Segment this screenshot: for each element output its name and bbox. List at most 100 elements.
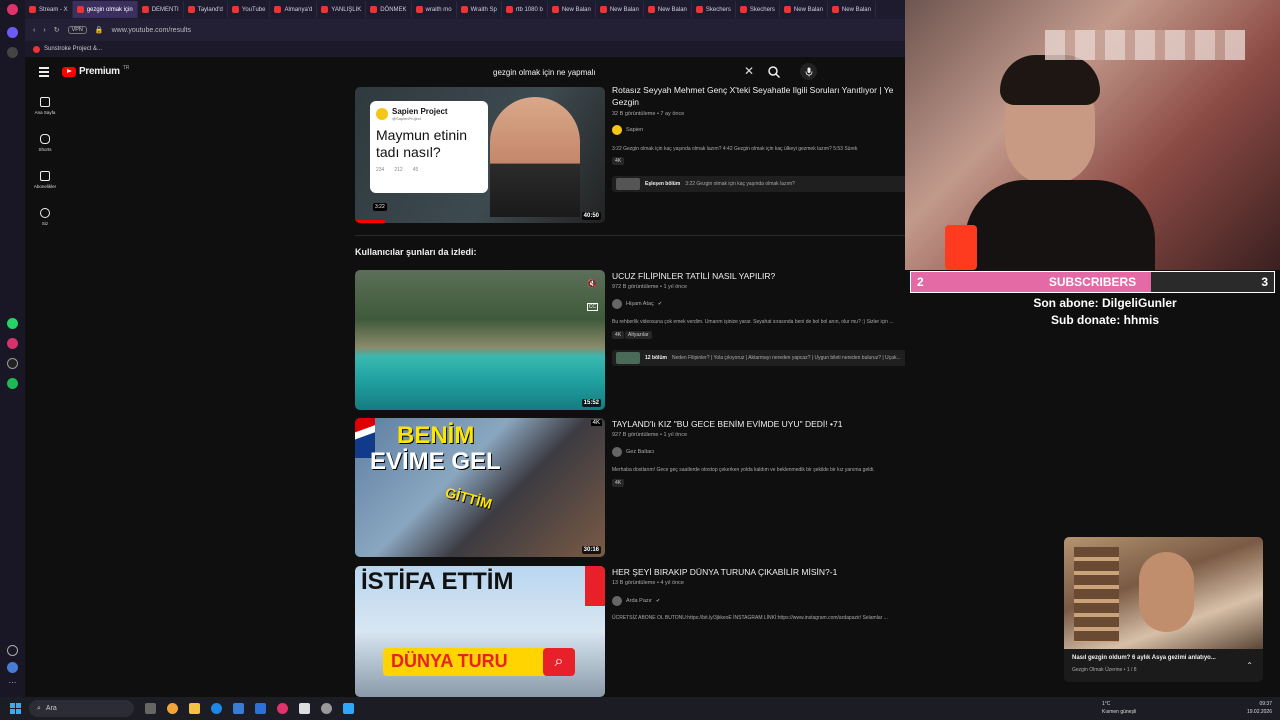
instagram-icon[interactable] xyxy=(7,338,18,349)
avatar[interactable] xyxy=(612,447,622,457)
browser-tab[interactable]: Almanya'd xyxy=(270,1,318,18)
browser-tab[interactable]: Stream - X xyxy=(25,1,73,18)
speed-dial-icon[interactable] xyxy=(7,27,18,38)
miniplayer-video[interactable] xyxy=(1064,537,1263,649)
weather-widget[interactable]: 1°C Kısmen güneşli xyxy=(1102,700,1136,716)
video-thumbnail[interactable]: BENİM EVİME GEL GİTTİM 4K 30:16 xyxy=(355,418,605,557)
reload-icon[interactable]: ↻ xyxy=(54,26,60,34)
vpn-badge[interactable]: VPN xyxy=(67,26,87,34)
browser-tab[interactable]: New Balan xyxy=(828,1,876,18)
windows-start-icon[interactable] xyxy=(10,703,21,714)
avatar[interactable] xyxy=(612,596,622,606)
video-thumbnail[interactable]: İSTİFA ETTİM DÜNYA TURU ⌕ xyxy=(355,566,605,697)
channel-link[interactable]: Sapien xyxy=(612,125,643,135)
browser-tab[interactable]: YANLIŞLIK xyxy=(317,1,367,18)
video-title[interactable]: TAYLAND'lı KIZ "BU GECE BENİM EVİMDE UYU… xyxy=(612,419,842,429)
video-title[interactable]: UCUZ FİLİPİNLER TATİLİ NASIL YAPILIR? xyxy=(612,271,775,281)
nav-you[interactable]: Siz xyxy=(25,208,65,226)
whatsapp-icon[interactable] xyxy=(7,318,18,329)
taskbar-search-label: Ara xyxy=(45,705,57,712)
youtube-logo[interactable]: Premium TR xyxy=(62,65,130,77)
mute-icon[interactable]: 🔇 xyxy=(587,279,597,288)
channel-link[interactable]: Hişam Ataç ✔ xyxy=(612,299,662,309)
menu-icon[interactable] xyxy=(39,67,49,79)
browser-tab[interactable]: DÖNMEK xyxy=(366,1,412,18)
browser-tab[interactable]: gezgin olmak için xyxy=(72,1,138,18)
extensions-icon[interactable] xyxy=(7,662,18,673)
channel-name[interactable]: Arda Pazır xyxy=(626,598,652,604)
spotify-icon[interactable] xyxy=(7,378,18,389)
channel-name[interactable]: Hişam Ataç xyxy=(626,301,654,307)
channel-name[interactable]: Sapien xyxy=(626,127,643,133)
nav-subscriptions[interactable]: Abonelikler xyxy=(25,171,65,189)
opera-icon[interactable] xyxy=(277,703,288,714)
bookmarks-bar: Sunstroke Project &... xyxy=(25,41,905,57)
clock-time: 09:37 xyxy=(1259,701,1272,707)
url-text[interactable]: www.youtube.com/results xyxy=(112,27,191,34)
browser-tab[interactable]: New Balan xyxy=(548,1,596,18)
mic-icon[interactable] xyxy=(800,63,817,80)
chapter-row[interactable]: Eşleşen bölüm 3:22 Gezgin olmak için kaç… xyxy=(612,176,905,192)
taskbar-search[interactable]: ⌕ Ara xyxy=(29,700,134,717)
heart-icon[interactable] xyxy=(7,645,18,656)
browser-tab[interactable]: New Balan xyxy=(596,1,644,18)
nav-shorts[interactable]: Shorts xyxy=(25,134,65,152)
task-view-icon[interactable] xyxy=(145,703,156,714)
x-twitter-icon[interactable] xyxy=(7,358,18,369)
browser-tab[interactable]: Wraith Sp xyxy=(457,1,502,18)
back-icon[interactable]: ‹ xyxy=(33,27,35,34)
channel-name[interactable]: Gez Baltacı xyxy=(626,449,654,455)
tab-label: rtb 1080 b xyxy=(515,6,543,13)
search-icon[interactable] xyxy=(767,65,781,79)
chapter-text: 3:22 Gezgin olmak için kaç yaşında olmak… xyxy=(685,181,795,187)
store-icon[interactable] xyxy=(233,703,244,714)
system-clock[interactable]: 09:37 19.02.2026 xyxy=(1247,700,1272,716)
channel-link[interactable]: Arda Pazır ✔ xyxy=(612,596,660,606)
forward-icon[interactable]: › xyxy=(43,27,45,34)
edge-icon[interactable] xyxy=(211,703,222,714)
browser-tab[interactable]: DEMENTI xyxy=(138,1,184,18)
bookmark-item[interactable]: Sunstroke Project &... xyxy=(44,46,102,52)
browser-tab[interactable]: rtb 1080 b xyxy=(502,1,548,18)
nav-home[interactable]: Ana Sayfa xyxy=(25,97,65,115)
chapter-row[interactable]: 12 bölüm Neden Filipinler? | Yola çıkıyo… xyxy=(612,350,905,366)
browser-tab[interactable]: Skechers xyxy=(736,1,780,18)
video-title-line2[interactable]: Gezgin xyxy=(612,97,639,107)
clear-search-icon[interactable]: ✕ xyxy=(744,64,754,78)
logo-region: TR xyxy=(122,65,130,71)
video-title[interactable]: HER ŞEYİ BIRAKIP DÜNYA TURUNA ÇIKABİLİR … xyxy=(612,567,837,577)
browser-tab[interactable]: Skechers xyxy=(692,1,736,18)
video-title[interactable]: Rotasız Seyyah Mehmet Genç X'teki Seyaha… xyxy=(612,87,893,95)
video-thumbnail[interactable]: 🔇 CC 15:52 xyxy=(355,270,605,410)
captions-badge: Altyazılar xyxy=(625,331,652,339)
avatar[interactable] xyxy=(612,299,622,309)
miniplayer-title[interactable]: Nasıl gezgin oldum? 6 aylık Asya gezimi … xyxy=(1072,655,1216,661)
video-thumbnail[interactable]: Sapien Project @SapienProject Maymun eti… xyxy=(355,87,605,223)
bookmarks-icon[interactable] xyxy=(7,47,18,58)
file-explorer-icon[interactable] xyxy=(189,703,200,714)
channel-link[interactable]: Gez Baltacı xyxy=(612,447,654,457)
opera-logo-icon[interactable] xyxy=(7,4,18,15)
browser-tab[interactable]: YouTube xyxy=(228,1,271,18)
settings-icon[interactable] xyxy=(321,703,332,714)
app-icon[interactable] xyxy=(343,703,354,714)
more-icon[interactable]: ⋯ xyxy=(7,679,18,690)
browser-tab[interactable]: New Balan xyxy=(644,1,692,18)
miniplayer-person xyxy=(1139,552,1194,632)
search-input[interactable]: gezgin olmak için ne yapmalı xyxy=(493,68,596,77)
avatar[interactable] xyxy=(612,125,622,135)
tab-favicon-icon xyxy=(29,6,36,13)
notepad-icon[interactable] xyxy=(299,703,310,714)
tab-label: New Balan xyxy=(609,6,639,13)
video-meta: 927 B görüntüleme • 1 yıl önce xyxy=(612,432,687,438)
browser-tab[interactable]: New Balan xyxy=(780,1,828,18)
miniplayer[interactable]: Nasıl gezgin oldum? 6 aylık Asya gezimi … xyxy=(1064,537,1263,682)
chevron-up-icon[interactable]: ⌃ xyxy=(1246,661,1253,670)
browser-tab[interactable]: wraith mo xyxy=(412,1,457,18)
chrome-icon[interactable] xyxy=(167,703,178,714)
thumbnail-text: BENİM xyxy=(397,422,475,449)
app-icon[interactable] xyxy=(255,703,266,714)
subscriber-goal-bar: 2 SUBSCRIBERS 3 xyxy=(910,271,1275,293)
browser-tab[interactable]: Tayland'd xyxy=(184,1,228,18)
captions-icon[interactable]: CC xyxy=(586,303,598,311)
